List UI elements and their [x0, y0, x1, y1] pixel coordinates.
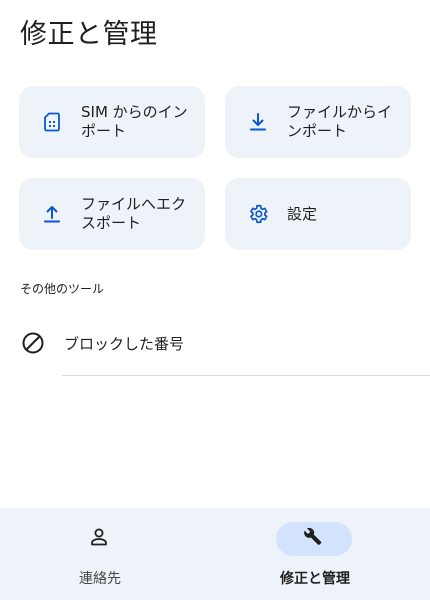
wrench-icon [304, 527, 324, 551]
nav-contacts-label: 連絡先 [79, 571, 121, 587]
export-to-file-label: ファイルへエクスポート [81, 195, 187, 232]
blocked-numbers-label: ブロックした番号 [64, 334, 185, 353]
other-tools-heading: その他のツール [20, 282, 105, 296]
person-icon [89, 527, 109, 551]
page-title: 修正と管理 [20, 19, 158, 50]
export-to-file-button[interactable]: ファイルへエクスポート [19, 178, 205, 250]
fix-and-manage-screen: 修正と管理 SIM からのインポート ファイルからインポート ファイルへエクスポ… [0, 0, 430, 600]
import-from-file-button[interactable]: ファイルからインポート [225, 86, 411, 158]
nav-contacts-tab[interactable]: 連絡先 [0, 508, 215, 600]
gear-icon [247, 203, 269, 225]
nav-contacts-indicator [61, 522, 137, 556]
import-from-file-label: ファイルからインポート [287, 103, 393, 140]
import-from-sim-label: SIM からのインポート [81, 103, 188, 140]
settings-label: 設定 [287, 204, 318, 223]
block-icon [20, 330, 46, 356]
settings-button[interactable]: 設定 [225, 178, 411, 250]
import-from-sim-button[interactable]: SIM からのインポート [19, 86, 205, 158]
list-divider [62, 375, 430, 376]
blocked-numbers-item[interactable]: ブロックした番号 [0, 318, 430, 368]
nav-fix-and-manage-label: 修正と管理 [280, 571, 350, 587]
nav-fix-and-manage-tab[interactable]: 修正と管理 [215, 508, 430, 600]
upload-icon [41, 203, 63, 225]
nav-fix-and-manage-indicator [276, 522, 352, 556]
bottom-navigation-bar: 連絡先 修正と管理 [0, 508, 430, 600]
download-icon [247, 111, 269, 133]
sim-card-icon [41, 111, 63, 133]
